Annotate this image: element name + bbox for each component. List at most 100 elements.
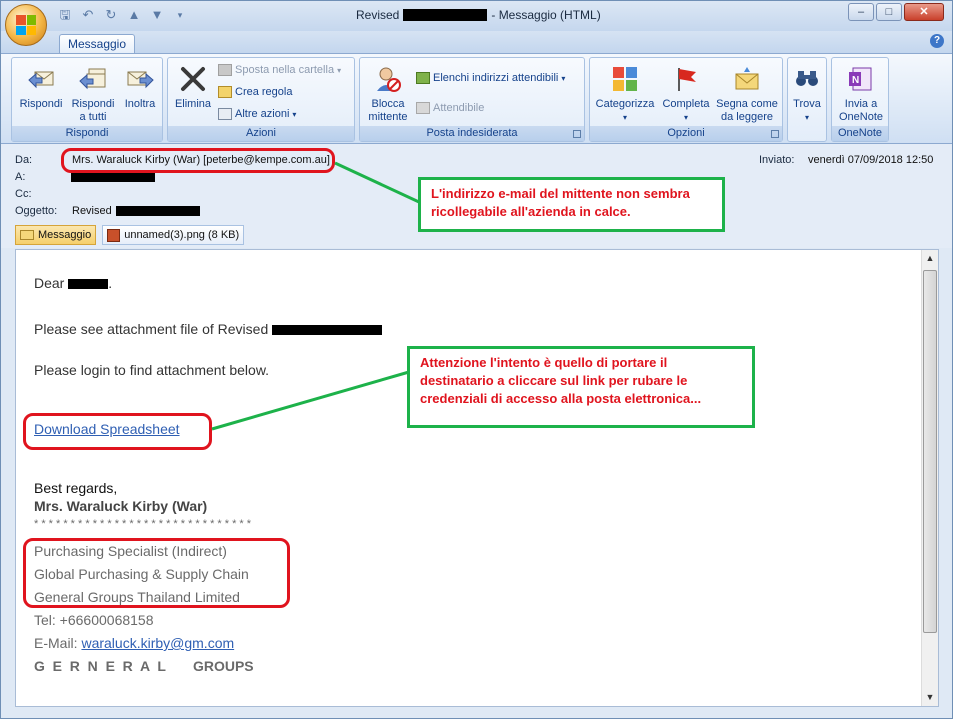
reply-icon [26,64,56,94]
signature-tel: Tel: +66600068158 [34,612,154,628]
onenote-label-2: OneNote [838,111,884,123]
attachment-file-label: unnamed(3).png (8 KB) [124,229,240,241]
block-label-1: Blocca [371,98,405,110]
help-icon[interactable]: ? [930,34,944,48]
onenote-icon: N [846,64,876,94]
create-rule-button[interactable]: Crea regola [218,86,292,98]
callout-link-warning: Attenzione l'intento è quello di portare… [407,346,755,428]
move-to-folder-button[interactable]: Sposta nella cartella ▾ [218,64,341,76]
window-controls: – □ ✕ [848,3,944,21]
greeting-text: Dear [34,275,65,291]
save-icon[interactable]: 🖫 [57,7,73,23]
up-arrow-icon[interactable]: ▲ [126,7,142,23]
svg-text:N: N [852,75,859,86]
outlook-message-window: 🖫 ↶ ↻ ▲ ▼ ▾ Revised - Messaggio (HTML) –… [0,0,953,719]
trusted-icon [416,102,430,114]
categorize-button[interactable]: Categorizza ▾ [592,64,658,124]
dialog-launcher-icon[interactable] [573,130,581,138]
group-label-rispondi: Rispondi [12,126,162,141]
signature-email: E-Mail: waraluck.kirby@gm.com [34,635,234,651]
delete-x-icon [178,64,208,94]
body-line-1: Please see attachment file of Revised [34,321,383,337]
forward-icon [125,64,155,94]
move-label: Sposta nella cartella [235,64,335,76]
other-actions-label: Altre azioni [235,108,290,120]
tab-messaggio[interactable]: Messaggio [59,34,135,54]
unread-label-2: da leggere [721,111,773,123]
send-to-onenote-button[interactable]: N Invia a OneNote [834,64,888,124]
forward-button[interactable]: Inoltra [118,64,162,111]
categorize-icon [610,64,640,94]
down-arrow-icon[interactable]: ▼ [149,7,165,23]
folder-icon [218,64,232,76]
minimize-button[interactable]: – [848,3,874,21]
block-sender-button[interactable]: Blocca mittente [364,64,412,124]
attachment-message-label: Messaggio [38,229,92,241]
group-label-onenote: OneNote [832,126,888,141]
block-label-2: mittente [368,111,408,123]
delete-label: Elimina [174,98,212,110]
followup-label: Completa [662,98,710,110]
signature-name: Mrs. Waraluck Kirby (War) [34,498,208,514]
signature-separator: * * * * * * * * * * * * * * * * * * * * … [34,518,252,530]
envelope-icon [20,230,34,240]
chevron-down-icon: ▾ [804,113,809,122]
chevron-down-icon: ▾ [622,113,627,122]
reply-all-button[interactable]: Rispondi a tutti [68,64,118,124]
trusted-label: Attendibile [433,102,485,114]
email-label: E-Mail: [34,635,78,651]
scroll-up-icon[interactable]: ▲ [922,250,938,267]
other-actions-button[interactable]: Altre azioni ▾ [218,108,296,120]
group-label-azioni: Azioni [168,126,354,141]
office-button[interactable] [5,4,47,46]
group-rispondi: Rispondi Rispondi a tutti Inoltra Rispon… [11,57,163,142]
signature-footer: G E R N E R A L GROUPS [34,658,254,674]
attachment-message[interactable]: Messaggio [15,225,97,245]
scroll-down-icon[interactable]: ▼ [922,689,938,706]
sent-label: Inviato: [759,154,795,166]
vertical-scrollbar[interactable]: ▲ ▼ [921,250,938,706]
chevron-down-icon: ▾ [683,113,688,122]
to-redacted [71,173,155,182]
delete-button[interactable]: Elimina [172,64,214,111]
body-line-1-text: Please see attachment file of Revised [34,321,269,337]
scroll-thumb[interactable] [923,270,937,633]
safe-lists-icon [416,72,430,84]
undo-icon[interactable]: ↶ [80,7,96,23]
block-sender-icon [373,64,403,94]
image-file-icon [107,228,121,242]
quick-access-toolbar: 🖫 ↶ ↻ ▲ ▼ ▾ [57,7,188,23]
subject-redacted [116,206,200,216]
greeting: Dear . [34,275,113,291]
redo-icon[interactable]: ↻ [103,7,119,23]
title-suffix: - Messaggio (HTML) [491,8,601,22]
followup-button[interactable]: Completa ▾ [658,64,714,124]
close-button[interactable]: ✕ [904,3,944,21]
dialog-launcher-icon[interactable] [771,130,779,138]
callout-sender-warning: L'indirizzo e-mail del mittente non semb… [418,177,725,232]
ribbon: Rispondi Rispondi a tutti Inoltra Rispon… [1,53,952,144]
mark-unread-button[interactable]: Segna come da leggere [714,64,780,124]
trusted-button[interactable]: Attendibile [416,102,484,114]
group-posta-indesiderata: Blocca mittente Elenchi indirizzi attend… [359,57,585,142]
highlight-sender [61,148,335,173]
flag-icon [671,64,701,94]
rule-label: Crea regola [235,86,293,98]
from-label: Da: [15,154,33,166]
group-label-posta: Posta indesiderata [360,126,584,141]
title-prefix: Revised [356,8,400,22]
subject-label: Oggetto: [15,205,58,217]
safe-lists-button[interactable]: Elenchi indirizzi attendibili ▾ [416,72,565,84]
redacted-block [403,9,488,21]
attachment-file[interactable]: unnamed(3).png (8 KB) [102,225,245,245]
highlight-link [23,413,212,450]
maximize-button[interactable]: □ [876,3,902,21]
greeting-redacted [68,279,109,290]
line1-redacted [272,325,383,336]
subject-value: Revised [72,205,112,217]
email-link[interactable]: waraluck.kirby@gm.com [81,635,234,651]
categorize-label: Categorizza [595,98,655,110]
reply-button[interactable]: Rispondi [16,64,66,111]
customize-icon[interactable]: ▾ [172,7,188,23]
find-button[interactable]: Trova ▾ [790,64,824,124]
